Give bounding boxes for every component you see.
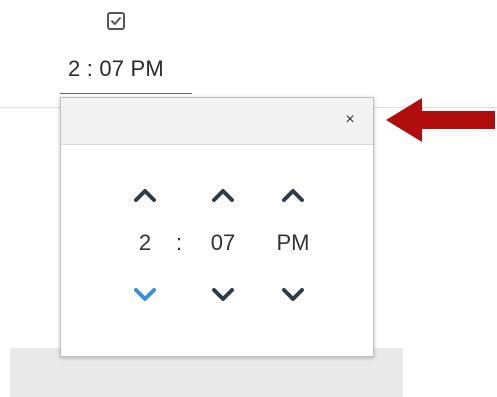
chevron-up-icon [212, 189, 234, 202]
time-input-value: 2 : 07 PM [68, 56, 164, 81]
chevron-down-icon [212, 288, 234, 301]
time-picker-popup: × 2 : 07 PM [60, 97, 374, 357]
close-icon: × [345, 111, 355, 128]
enable-checkbox[interactable] [107, 12, 125, 30]
hour-increment-button[interactable] [131, 184, 159, 206]
hour-decrement-button[interactable] [131, 284, 159, 306]
chevron-down-icon [134, 288, 156, 301]
hour-column: 2 [123, 184, 167, 324]
meridian-decrement-button[interactable] [279, 284, 307, 306]
red-arrow-left-icon [386, 98, 495, 142]
chevron-up-icon [134, 189, 156, 202]
meridian-increment-button[interactable] [279, 184, 307, 206]
minute-increment-button[interactable] [209, 184, 237, 206]
meridian-column: PM [271, 184, 315, 324]
chevron-down-icon [282, 288, 304, 301]
minute-column: 07 [201, 184, 245, 324]
close-button[interactable]: × [341, 111, 359, 129]
hour-value: 2 [138, 230, 152, 255]
minute-decrement-button[interactable] [209, 284, 237, 306]
chevron-up-icon [282, 189, 304, 202]
time-separator: : [175, 230, 183, 255]
popup-header: × [61, 98, 373, 145]
time-input[interactable]: 2 : 07 PM [60, 52, 192, 94]
meridian-value: PM [276, 230, 310, 255]
checkmark-icon [111, 17, 121, 25]
minute-value: 07 [210, 230, 236, 255]
